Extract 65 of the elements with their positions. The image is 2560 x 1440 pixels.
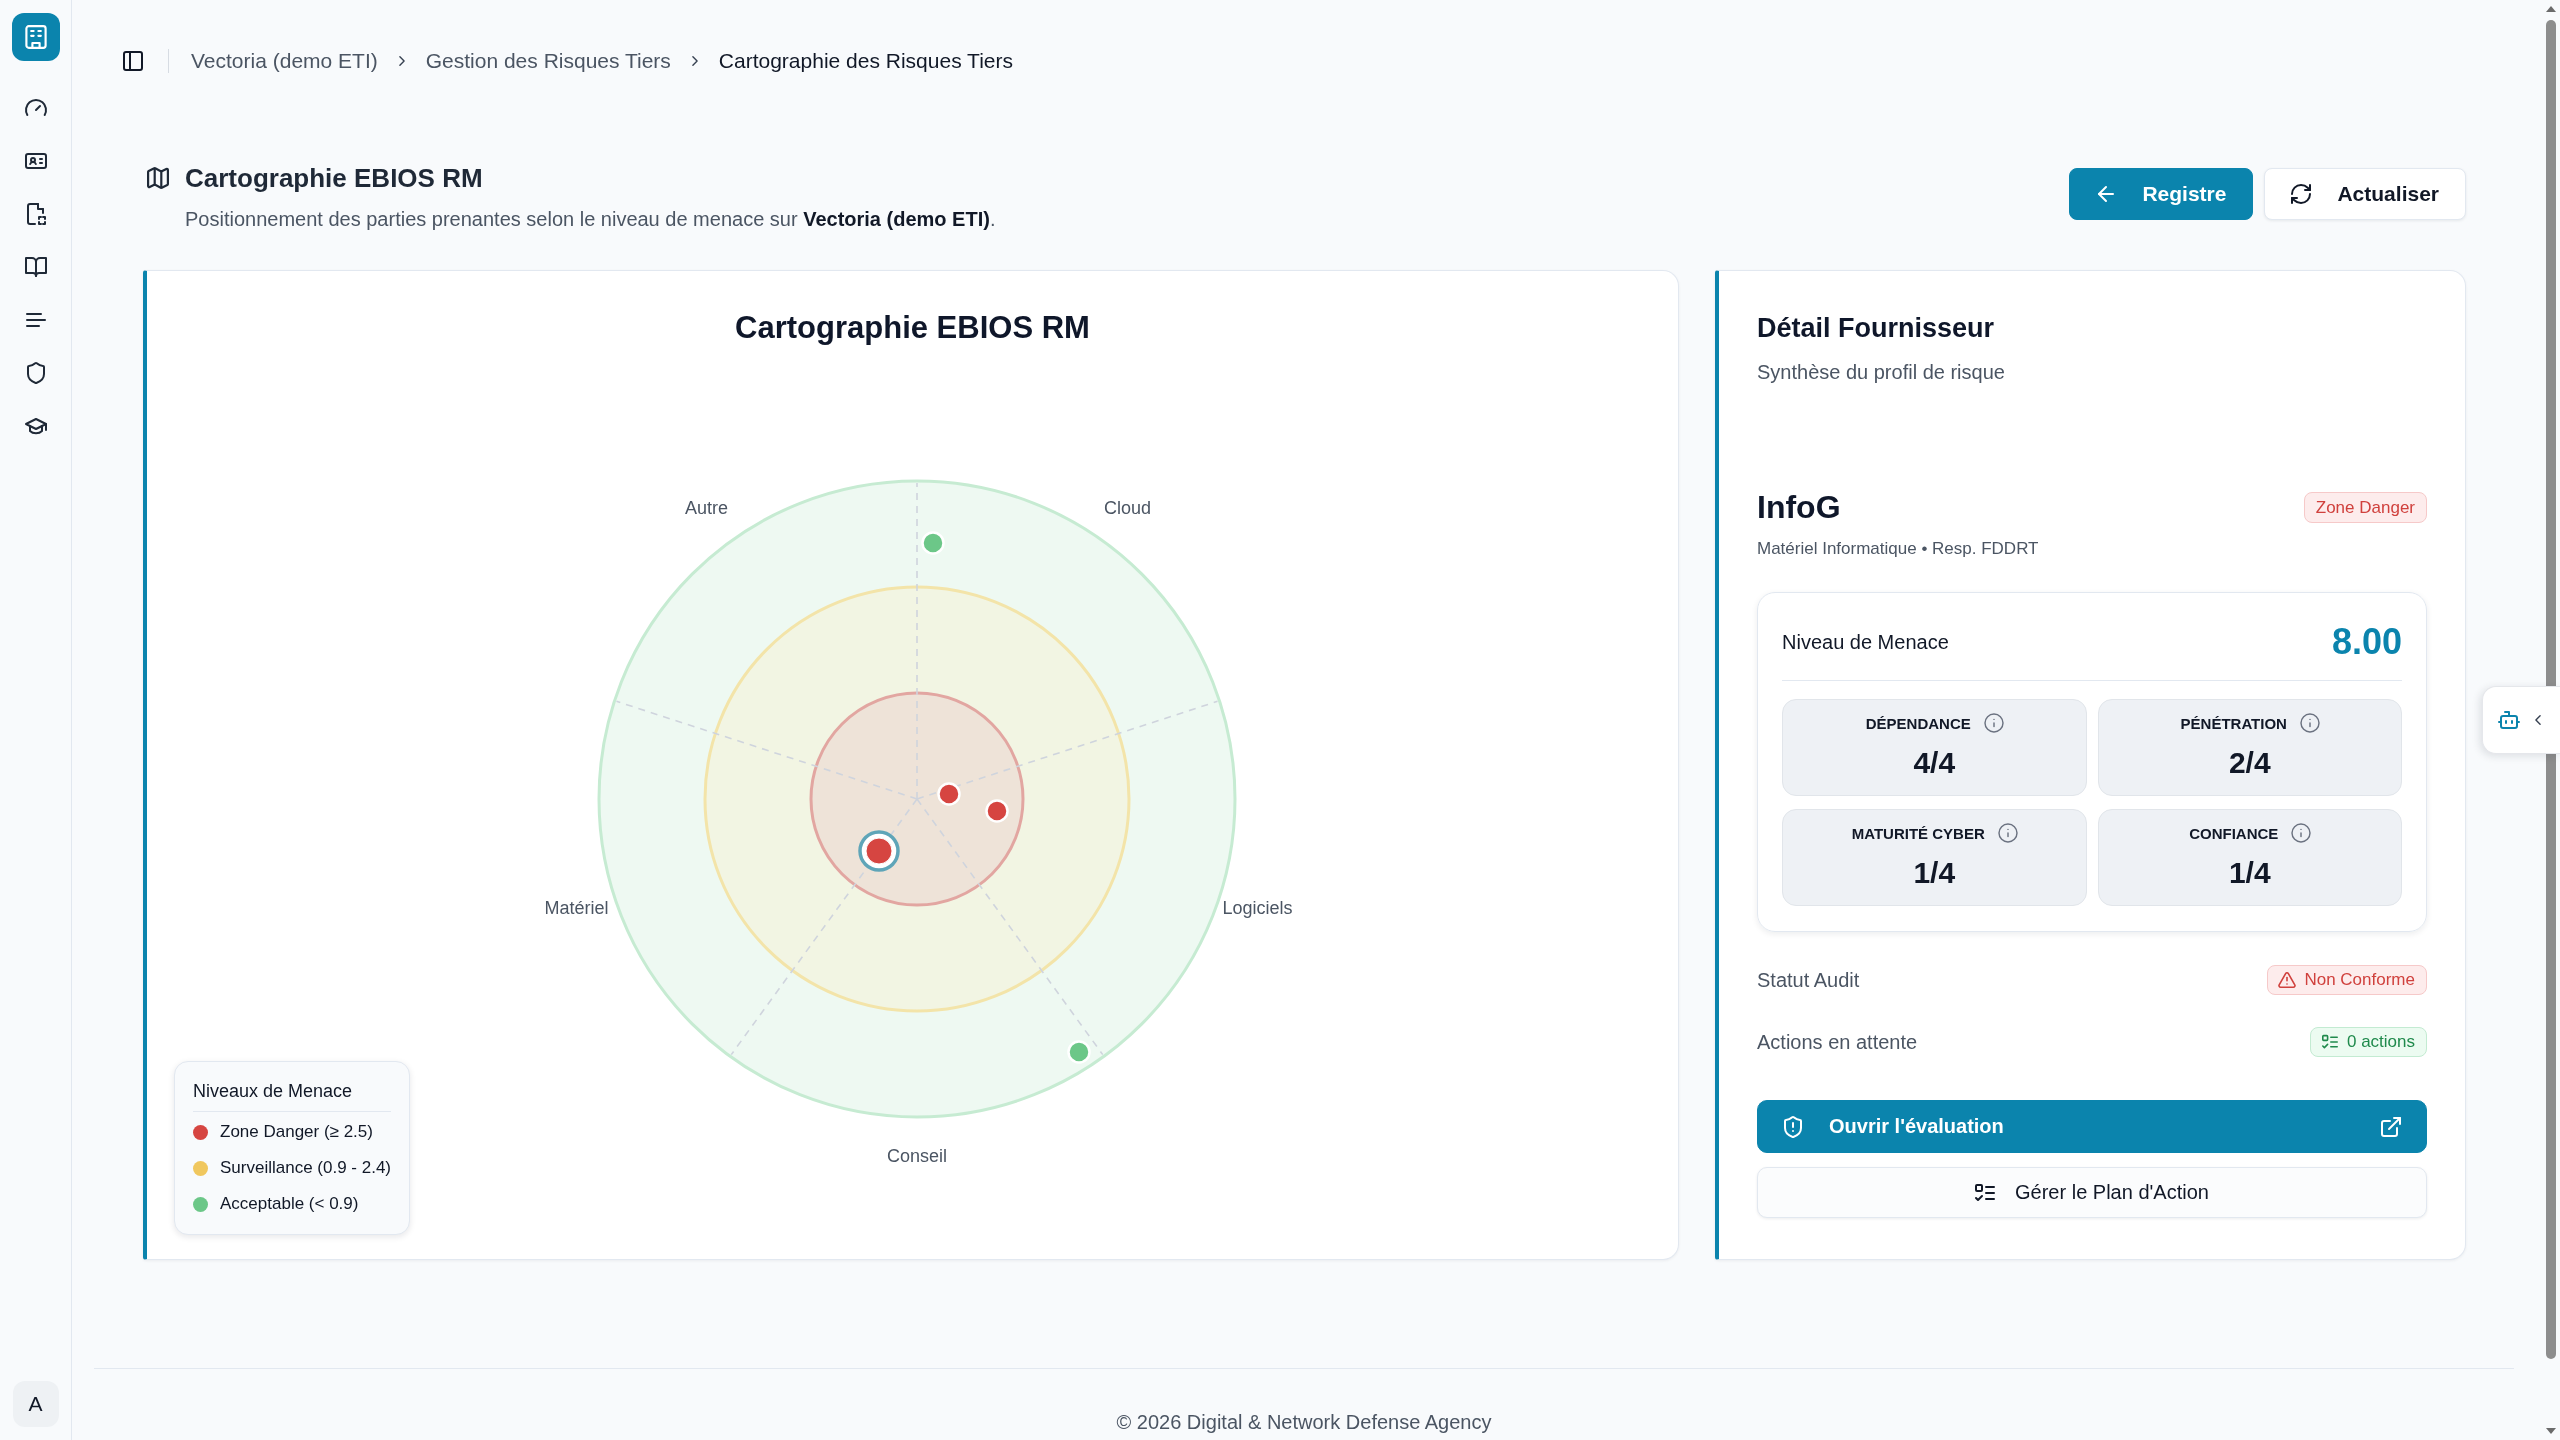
footer-text: © 2026 Digital & Network Defense Agency: [1116, 1411, 1492, 1433]
info-icon[interactable]: [1984, 714, 2003, 732]
metric-label: CONFIANCE: [2189, 824, 2279, 842]
checklist-icon: [1975, 1182, 1996, 1203]
refresh-icon: [2291, 184, 2312, 204]
refresh-button[interactable]: Actualiser: [2264, 168, 2466, 220]
scroll-down-icon[interactable]: [2545, 1428, 2556, 1434]
status-label: Statut Audit: [1757, 968, 1860, 992]
panel-title: Détail Fournisseur: [1757, 312, 1996, 345]
side-tab[interactable]: [2482, 686, 2560, 754]
checklist-icon: [2321, 1034, 2338, 1050]
threat-label: Niveau de Menace: [1782, 630, 1949, 654]
info-icon[interactable]: [2300, 714, 2319, 732]
document-icon[interactable]: [25, 204, 46, 224]
breadcrumb-current: Cartographie des Risques Tiers: [718, 49, 1013, 73]
sector-label: Conseil: [886, 1145, 947, 1166]
sector-label: Logiciels: [1221, 898, 1292, 919]
breadcrumb-link[interactable]: Vectoria (demo ETI): [191, 49, 378, 73]
info-icon[interactable]: [2292, 824, 2311, 842]
metric-value: 2/4: [2228, 745, 2271, 781]
id-card-icon[interactable]: [25, 151, 46, 171]
sidebar-toggle-icon[interactable]: [123, 51, 143, 71]
panel-subtitle: Synthèse du profil de risque: [1757, 360, 2006, 385]
external-link-icon: [2381, 1116, 2401, 1137]
action-plan-button[interactable]: Gérer le Plan d'Action: [1757, 1167, 2427, 1218]
threat-value: 8.00: [2331, 620, 2402, 664]
map-icon: [147, 167, 169, 189]
book-icon[interactable]: [25, 257, 46, 277]
badge-label: 0 actions: [2346, 1032, 2415, 1052]
scrollbar-thumb[interactable]: [2545, 20, 2556, 1359]
building-logo-icon[interactable]: [11, 13, 60, 61]
legend-title: Niveaux de Menace: [193, 1079, 392, 1112]
text-lines-icon[interactable]: [25, 310, 46, 330]
gauge-icon[interactable]: [25, 98, 46, 118]
metric-value: 1/4: [2228, 855, 2271, 891]
zone-badge: Zone Danger: [2303, 491, 2427, 523]
page-subtitle: Positionnement des parties prenantes selon le niveau de menace sur Vectoria (demo ETI).: [185, 207, 996, 232]
chart-title: Cartographie EBIOS RM: [735, 309, 1090, 347]
legend-label: Acceptable (< 0.9): [220, 1194, 359, 1214]
warning-icon: [2279, 972, 2296, 988]
supplier-name: InfoG: [1757, 488, 1841, 527]
sector-label: Matériel: [544, 898, 609, 919]
metric-value: 1/4: [1913, 855, 1956, 891]
status-label: Actions en attente: [1757, 1030, 1918, 1054]
open-evaluation-button[interactable]: Ouvrir l'évaluation: [1757, 1100, 2427, 1153]
breadcrumb-link[interactable]: Gestion des Risques Tiers: [425, 49, 671, 73]
page-title: Cartographie EBIOS RM: [185, 162, 483, 195]
supplier-meta: Matériel Informatique • Resp. FDDRT: [1757, 538, 2040, 560]
sector-label: Autre: [684, 498, 728, 519]
metric-label: DÉPENDANCE: [1865, 714, 1971, 732]
metric-label: PÉNÉTRATION: [2180, 714, 2287, 732]
shield-icon: [1783, 1116, 1803, 1137]
legend-label: Zone Danger (≥ 2.5): [220, 1122, 373, 1142]
metric-value: 4/4: [1913, 745, 1956, 781]
badge-label: Non Conforme: [2304, 970, 2415, 990]
metric-label: MATURITÉ CYBER: [1851, 824, 1985, 842]
back-button[interactable]: Registre: [2069, 168, 2254, 220]
legend-label: Surveillance (0.9 - 2.4): [220, 1158, 392, 1178]
scroll-up-icon[interactable]: [2545, 6, 2556, 12]
shield-icon[interactable]: [25, 363, 46, 383]
robot-icon: [2498, 710, 2519, 730]
info-icon[interactable]: [1998, 824, 2017, 842]
sector-label: Cloud: [1103, 498, 1151, 519]
graduation-cap-icon[interactable]: [25, 416, 46, 436]
avatar[interactable]: A: [12, 1381, 59, 1427]
